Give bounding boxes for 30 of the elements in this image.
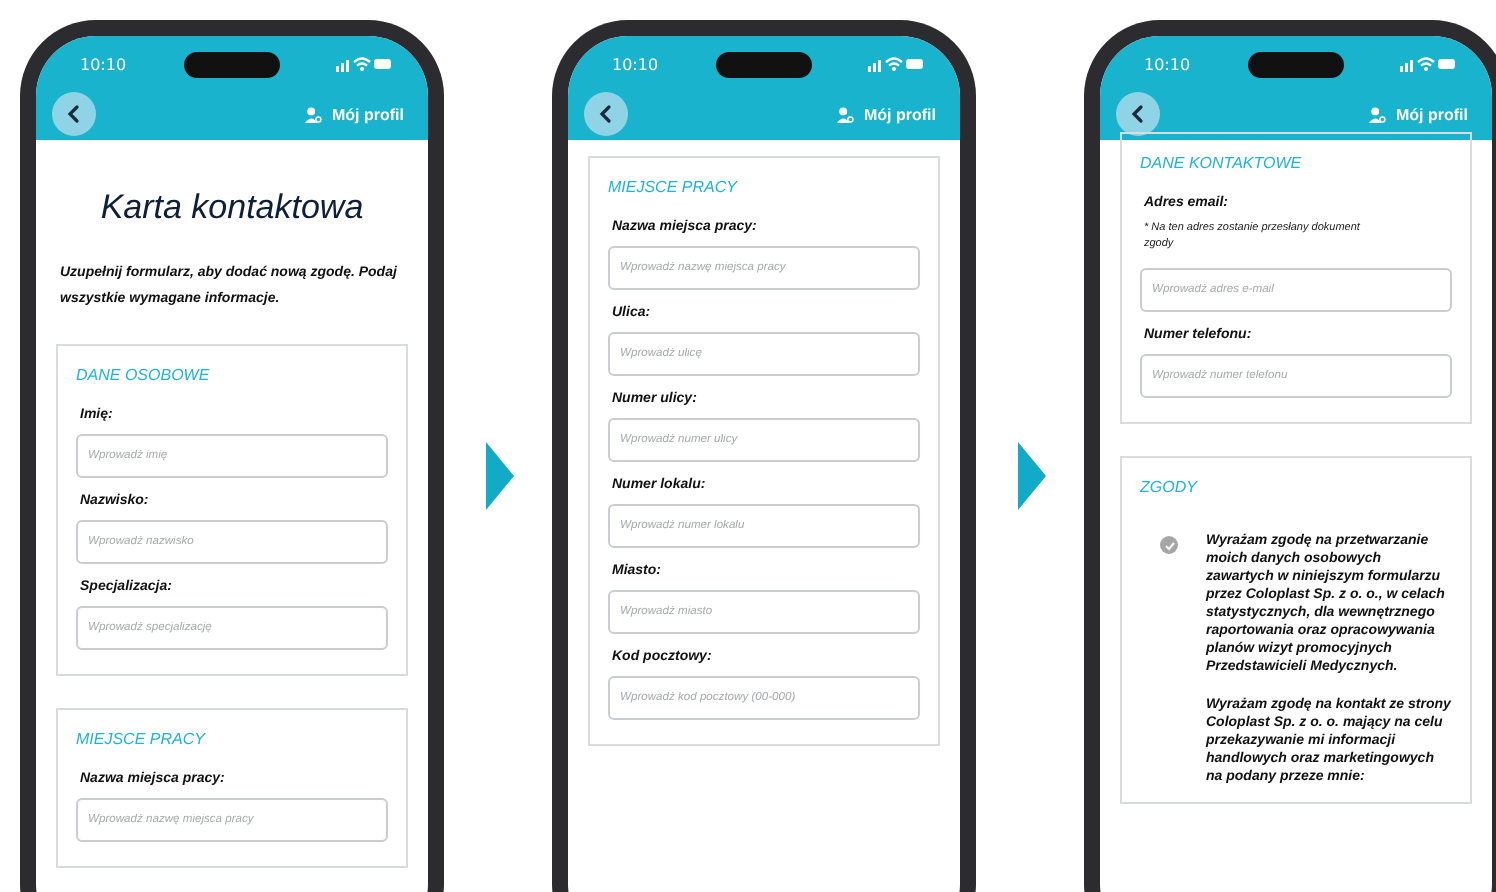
status-time: 10:10 [80, 55, 127, 73]
profile-link[interactable]: Mój profil [304, 105, 404, 123]
back-button[interactable] [584, 92, 628, 136]
profile-link[interactable]: Mój profil [1368, 105, 1468, 123]
section-heading: MIEJSCE PRACY [608, 178, 740, 196]
section-heading: DANE OSOBOWE [76, 366, 212, 384]
user-icon [1368, 105, 1386, 123]
status-icons [336, 56, 392, 72]
section-heading: ZGODY [1140, 478, 1200, 496]
back-button[interactable] [52, 92, 96, 136]
user-icon [836, 105, 854, 123]
status-icons [1400, 56, 1456, 72]
section-heading: DANE KONTAKTOWE [1140, 154, 1304, 172]
back-chevron-icon [1128, 104, 1148, 124]
camera-notch [183, 51, 280, 77]
camera-notch [715, 51, 812, 77]
status-icons [868, 56, 924, 72]
chevron-arrow-icon [484, 440, 516, 512]
user-icon [304, 105, 322, 123]
status-time: 10:10 [1144, 55, 1191, 73]
page-title: Karta kontaktowa [98, 188, 366, 228]
section-heading: MIEJSCE PRACY [76, 730, 208, 748]
camera-notch [1247, 51, 1344, 77]
back-button[interactable] [1116, 92, 1160, 136]
consent-checkbox[interactable] [1160, 536, 1178, 554]
status-time: 10:10 [612, 55, 659, 73]
back-chevron-icon [596, 104, 616, 124]
chevron-arrow-icon [1016, 440, 1048, 512]
profile-link[interactable]: Mój profil [836, 105, 936, 123]
back-chevron-icon [64, 104, 84, 124]
